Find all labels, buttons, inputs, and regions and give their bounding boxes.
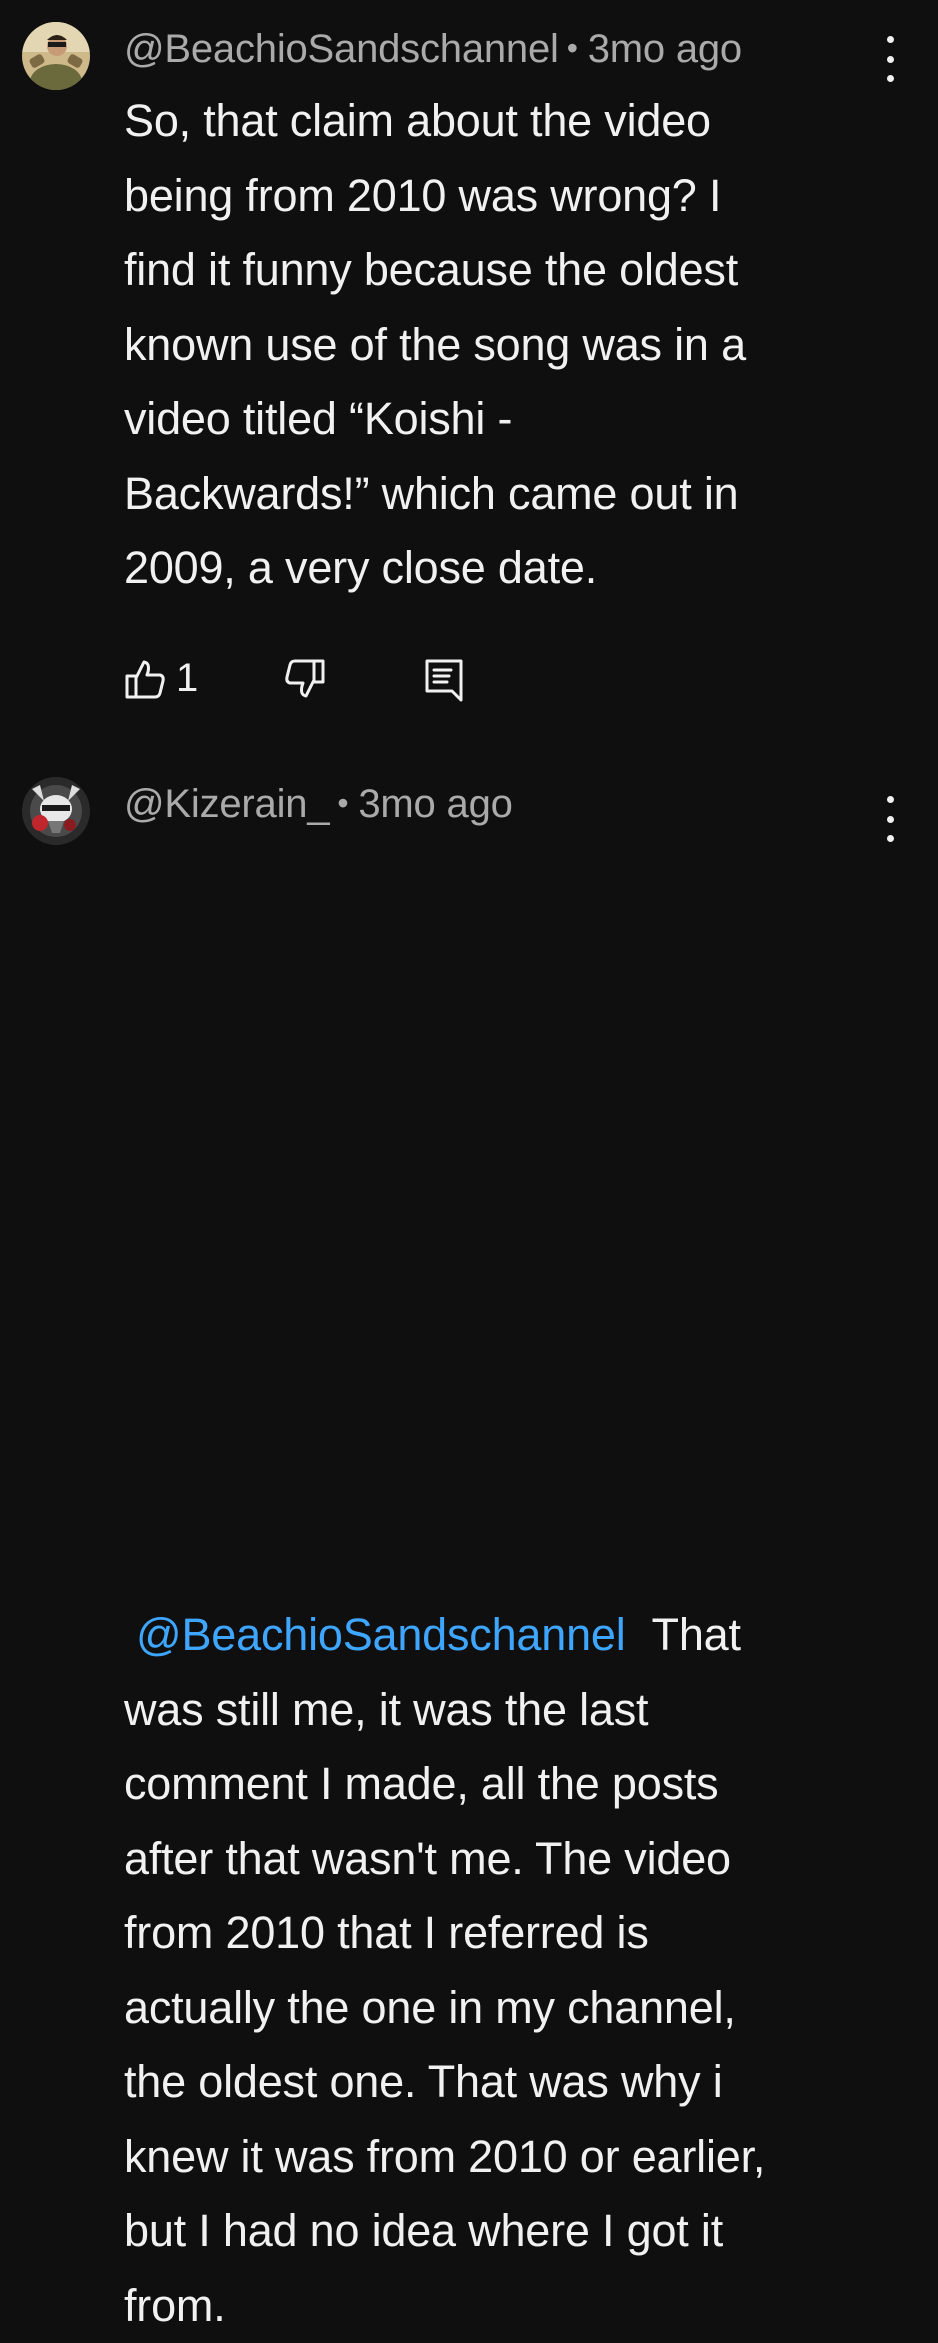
comment-line: from. xyxy=(124,2269,924,2343)
thumbs-up-icon[interactable] xyxy=(124,658,166,705)
meta-separator: • xyxy=(337,785,348,821)
comment-line: known use of the song was in a xyxy=(124,308,924,383)
comment-line: So, that claim about the video xyxy=(124,84,924,159)
comment-line: from 2010 that I referred is xyxy=(124,1896,924,1971)
comment-timestamp[interactable]: 3mo ago xyxy=(588,27,742,71)
meta-separator: • xyxy=(567,30,578,66)
comment-text: So, that claim about the video being fro… xyxy=(124,84,924,606)
thumbs-down-icon[interactable] xyxy=(284,658,326,705)
like-count: 1 xyxy=(176,656,198,701)
comment-text: @BeachioSandschannel That was still me, i… xyxy=(124,1598,924,2343)
comment-timestamp[interactable]: 3mo ago xyxy=(358,782,512,826)
comment-line: video titled “Koishi - xyxy=(124,382,924,457)
author-name[interactable]: @Kizerain_ xyxy=(124,782,329,826)
mention-link[interactable]: @BeachioSandschannel xyxy=(124,1609,626,1660)
comment-line: Backwards!” which came out in xyxy=(124,457,924,532)
comment-line: comment I made, all the posts xyxy=(124,1747,924,1822)
comment-line-rest: That xyxy=(652,1609,741,1660)
comment-line: after that wasn't me. The video xyxy=(124,1822,924,1897)
avatar[interactable] xyxy=(22,22,90,90)
comment-line: the oldest one. That was why i xyxy=(124,2045,924,2120)
comment-line: actually the one in my channel, xyxy=(124,1971,924,2046)
comment-line: @BeachioSandschannel That xyxy=(124,1598,924,1673)
kebab-menu-icon[interactable] xyxy=(876,796,904,842)
comment-meta: @BeachioSandschannel• 3mo ago xyxy=(124,27,742,72)
kebab-menu-icon[interactable] xyxy=(876,36,904,82)
comment-line: find it funny because the oldest xyxy=(124,233,924,308)
comment-meta: @Kizerain_• 3mo ago xyxy=(124,782,513,827)
comment-line: but I had no idea where I got it xyxy=(124,2194,924,2269)
comment-line: was still me, it was the last xyxy=(124,1673,924,1748)
comment-line: being from 2010 was wrong? I xyxy=(124,159,924,234)
reply-comment-icon[interactable] xyxy=(424,658,464,707)
comment-line: 2009, a very close date. xyxy=(124,531,924,606)
comment-line: knew it was from 2010 or earlier, xyxy=(124,2120,924,2195)
author-name[interactable]: @BeachioSandschannel xyxy=(124,27,559,71)
avatar[interactable] xyxy=(22,777,90,845)
